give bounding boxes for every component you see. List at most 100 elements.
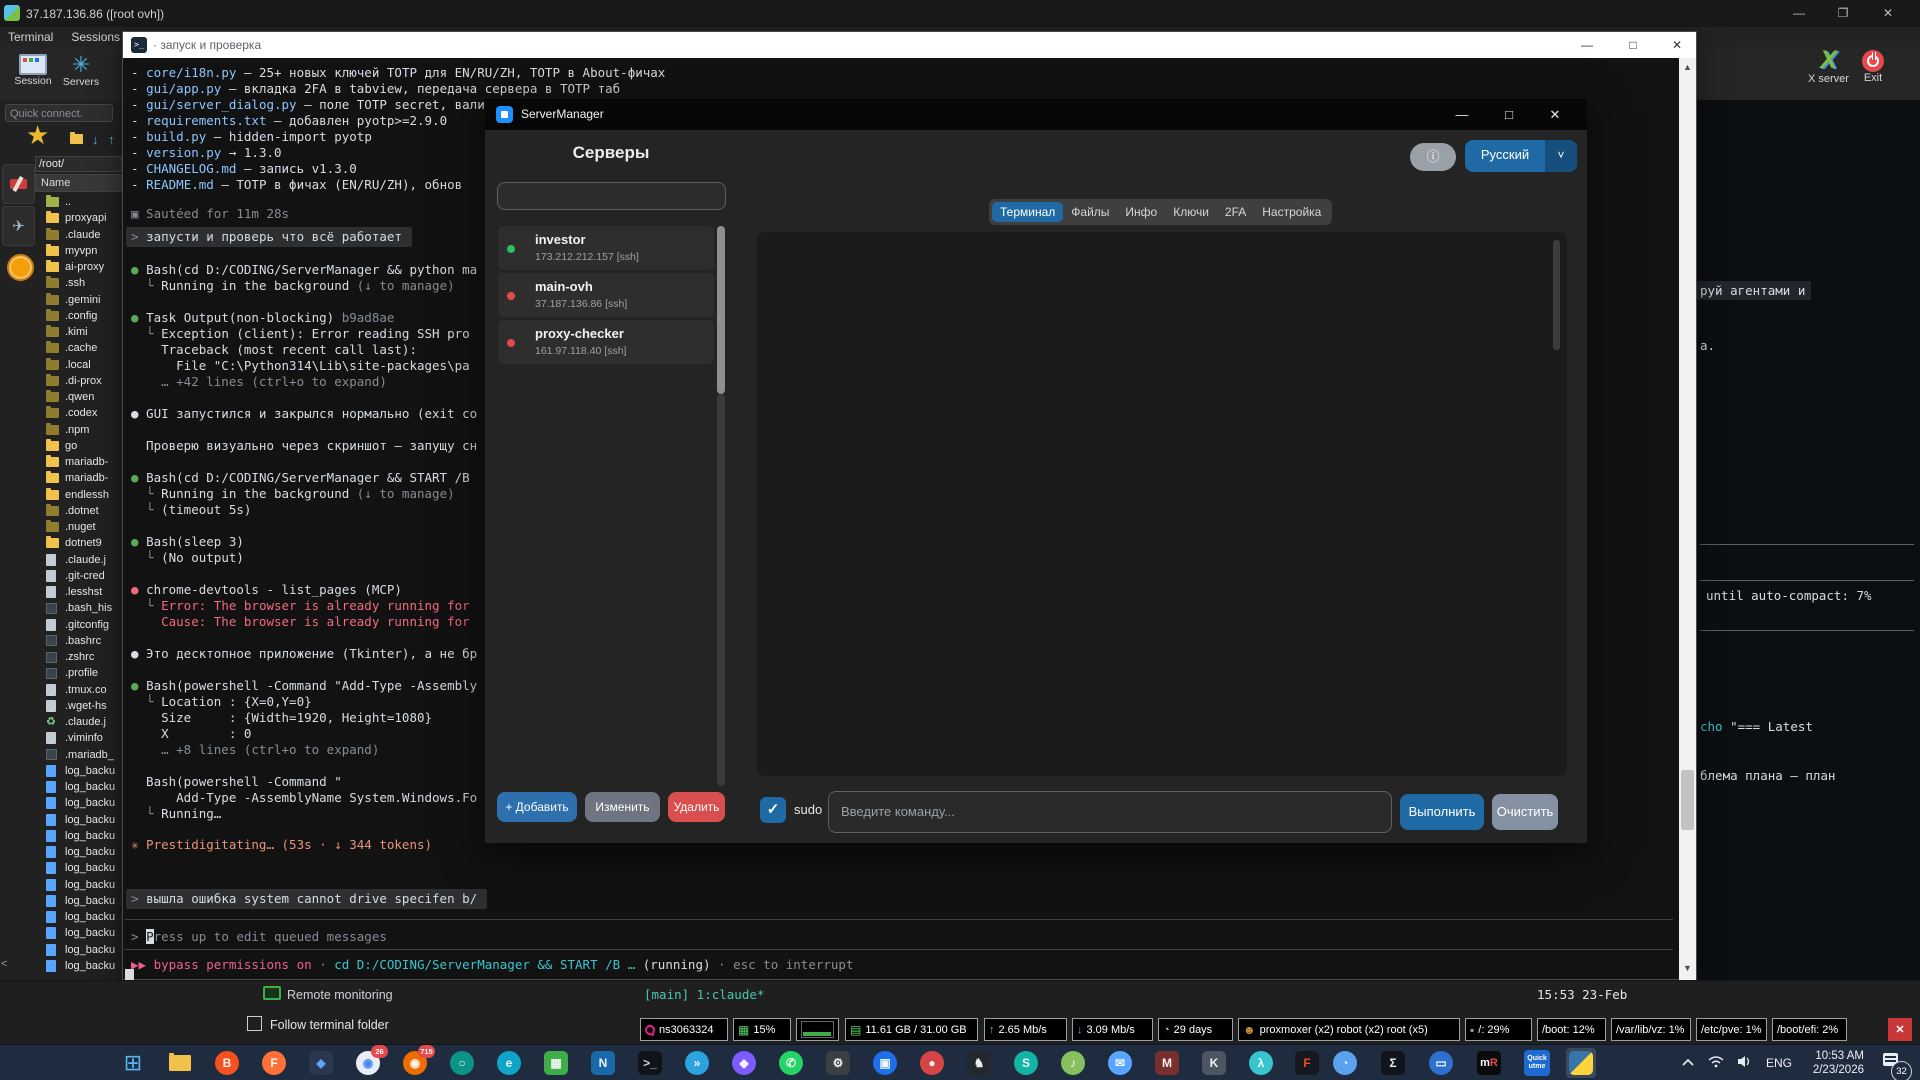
file-row[interactable]: mariadb- — [35, 470, 122, 486]
file-row[interactable]: .local — [35, 357, 122, 373]
chrome-icon[interactable]: ◉26 — [353, 1048, 383, 1078]
file-row[interactable]: log_backu — [35, 763, 122, 779]
minimize-button[interactable]: — — [1782, 3, 1816, 23]
app-icon[interactable]: ○ — [447, 1048, 477, 1078]
file-row[interactable]: log_backu — [35, 828, 122, 844]
file-row[interactable]: .claude.j — [35, 552, 122, 568]
file-row[interactable]: log_backu — [35, 844, 122, 860]
file-row[interactable]: .gitconfig — [35, 617, 122, 633]
plane-button[interactable]: ✈ — [2, 206, 35, 246]
quick-connect-input[interactable]: Quick connect. — [5, 104, 113, 122]
edit-server-button[interactable]: Изменить — [585, 792, 660, 822]
menu-sessions[interactable]: Sessions — [71, 30, 120, 44]
speaker-icon[interactable] — [1737, 1055, 1752, 1068]
file-row[interactable]: .viminfo — [35, 730, 122, 746]
app-icon[interactable]: ● — [917, 1048, 947, 1078]
servers-button[interactable]: ✳ Servers — [58, 54, 104, 88]
exit-button[interactable]: Exit — [1862, 50, 1884, 84]
chevron-up-icon[interactable] — [1682, 1058, 1694, 1066]
globe-icon[interactable] — [7, 254, 34, 281]
telegram-icon[interactable]: » — [682, 1048, 712, 1078]
folder-up-icon[interactable] — [70, 132, 83, 147]
sudo-checkbox[interactable]: ✓ — [760, 797, 786, 823]
servermanager-titlebar[interactable]: ServerManager — □ ✕ — [485, 99, 1587, 130]
command-input[interactable]: Введите команду... — [828, 791, 1392, 833]
tab-Настройка[interactable]: Настройка — [1254, 202, 1329, 222]
notification-count-badge[interactable]: 32 — [1891, 1061, 1912, 1080]
scroll-thumb[interactable] — [1681, 770, 1694, 830]
file-row[interactable]: .tmux.co — [35, 682, 122, 698]
app-icon[interactable]: ▦ — [541, 1048, 571, 1078]
tools-button[interactable] — [2, 164, 35, 204]
mail-icon[interactable]: ✉ — [1105, 1048, 1135, 1078]
app-icon[interactable]: ◆ — [306, 1048, 336, 1078]
file-row[interactable]: .bashrc — [35, 633, 122, 649]
whatsapp-icon[interactable]: ✆ — [776, 1048, 806, 1078]
file-row[interactable]: log_backu — [35, 925, 122, 941]
edge-icon[interactable]: e — [494, 1048, 524, 1078]
restore-button[interactable]: ❐ — [1826, 3, 1860, 23]
file-row[interactable]: .gemini — [35, 292, 122, 308]
file-row[interactable]: endlessh — [35, 487, 122, 503]
scroll-down-icon[interactable]: ▼ — [1679, 963, 1696, 973]
file-row[interactable]: .dotnet — [35, 503, 122, 519]
minimize-button[interactable]: — — [1445, 104, 1479, 126]
powershell-icon[interactable]: Σ — [1378, 1048, 1408, 1078]
close-button[interactable]: ✕ — [1871, 3, 1905, 23]
server-item-investor[interactable]: investor173.212.212.157 [ssh] — [498, 226, 714, 270]
info-button[interactable]: ⓘ — [1410, 143, 1456, 171]
file-row[interactable]: .zshrc — [35, 649, 122, 665]
maximize-button[interactable]: □ — [1613, 35, 1653, 55]
menu-terminal[interactable]: Terminal — [8, 30, 53, 44]
output-scroll-thumb[interactable] — [1553, 240, 1560, 350]
app-icon[interactable]: ♞ — [964, 1048, 994, 1078]
figma-icon[interactable]: F — [1292, 1048, 1322, 1078]
app-icon[interactable]: N — [588, 1048, 618, 1078]
scroll-up-icon[interactable]: ▲ — [1679, 62, 1696, 72]
tab-Терминал[interactable]: Терминал — [992, 202, 1063, 222]
maximize-button[interactable]: □ — [1492, 104, 1526, 126]
terminal-titlebar[interactable]: >_ · запуск и проверка — □ ✕ — [123, 32, 1696, 58]
path-input[interactable]: /root/ — [35, 156, 122, 172]
close-button[interactable]: ✕ — [1657, 35, 1697, 55]
start-icon[interactable]: ⊞ — [118, 1048, 148, 1078]
mremoteng-icon[interactable]: mR — [1474, 1048, 1504, 1078]
app-icon[interactable]: λ — [1246, 1048, 1276, 1078]
delete-server-button[interactable]: Удалить — [668, 792, 725, 822]
app-icon[interactable]: K — [1199, 1048, 1229, 1078]
browser-icon[interactable]: ◉715 — [400, 1048, 430, 1078]
language-dropdown[interactable]: Русский ˅ — [1465, 140, 1577, 172]
upload-icon[interactable]: ↑ — [108, 132, 115, 147]
tab-Инфо[interactable]: Инфо — [1117, 202, 1165, 222]
x-server-button[interactable]: X X server — [1808, 48, 1849, 85]
terminal-scrollbar[interactable]: ▲ ▼ — [1679, 58, 1696, 981]
file-row[interactable]: log_backu — [35, 877, 122, 893]
file-row[interactable]: .git-cred — [35, 568, 122, 584]
session-button[interactable]: Session — [10, 54, 56, 87]
terminal-output-box[interactable] — [757, 232, 1567, 776]
file-row[interactable]: log_backu — [35, 909, 122, 925]
file-row[interactable]: go — [35, 438, 122, 454]
file-row[interactable]: ai-proxy — [35, 259, 122, 275]
clear-button[interactable]: Очистить — [1492, 794, 1558, 830]
download-icon[interactable]: ↓ — [92, 132, 99, 147]
file-row[interactable]: log_backu — [35, 795, 122, 811]
app-icon[interactable]: M — [1152, 1048, 1182, 1078]
wifi-icon[interactable] — [1708, 1055, 1724, 1068]
monitor-icon[interactable]: ▭ — [1426, 1048, 1456, 1078]
run-button[interactable]: Выполнить — [1400, 794, 1484, 830]
file-row[interactable]: .di-prox — [35, 373, 122, 389]
file-row[interactable]: .mariadb_ — [35, 747, 122, 763]
server-list-scroll-track[interactable] — [717, 394, 725, 786]
file-row[interactable]: .config — [35, 308, 122, 324]
language-indicator[interactable]: ENG — [1766, 1056, 1792, 1070]
name-column-header[interactable]: Name — [35, 174, 122, 192]
settings-icon[interactable]: ⚙ — [823, 1048, 853, 1078]
app-icon[interactable]: S — [1011, 1048, 1041, 1078]
file-row[interactable]: .wget-hs — [35, 698, 122, 714]
firefox-icon[interactable]: F — [259, 1048, 289, 1078]
tab-Ключи[interactable]: Ключи — [1165, 202, 1217, 222]
server-item-main-ovh[interactable]: main-ovh37.187.136.86 [ssh] — [498, 273, 714, 317]
chevron-down-icon[interactable]: ˅ — [1545, 140, 1577, 172]
favorites-star-icon[interactable]: ★ — [26, 122, 49, 148]
